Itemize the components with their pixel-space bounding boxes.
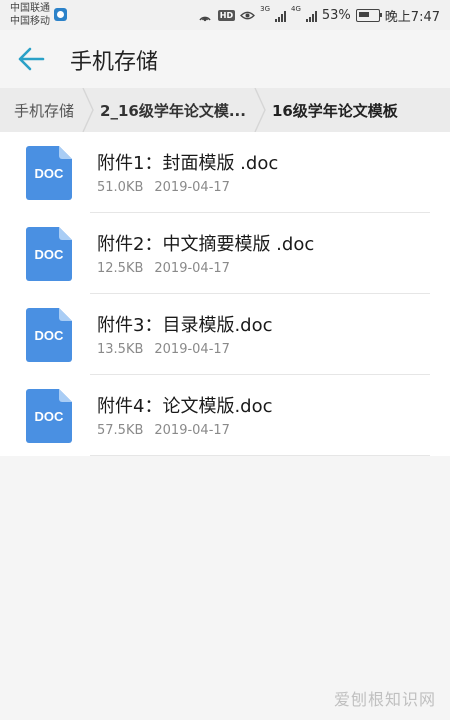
file-size: 57.5KB <box>97 423 144 438</box>
breadcrumb-item-current[interactable]: 16级学年论文模板 <box>268 88 398 132</box>
file-meta: 57.5KB 2019-04-17 <box>97 423 230 438</box>
file-date: 2019-04-17 <box>154 261 230 276</box>
file-name: 附件1：封面模版 .doc <box>97 153 279 174</box>
back-button[interactable] <box>14 43 50 75</box>
file-row[interactable]: DOC 附件1：封面模版 .doc 51.0KB 2019-04-17 <box>0 132 450 213</box>
doc-file-icon: DOC <box>26 389 72 443</box>
chevron-right-icon <box>82 88 94 132</box>
file-row[interactable]: DOC 附件3：目录模版.doc 13.5KB 2019-04-17 <box>0 294 450 375</box>
doc-file-icon: DOC <box>26 227 72 281</box>
breadcrumb-item-parent[interactable]: 2_16级学年论文模... <box>96 88 252 132</box>
eye-icon <box>240 11 256 20</box>
net-type-1: 3G <box>260 5 270 13</box>
signal-icon-2 <box>305 10 317 22</box>
status-bar: 中国联通 中国移动 HD 3G 4G 53% 晚上7:47 <box>0 0 450 30</box>
doc-icon-label: DOC <box>35 328 65 343</box>
file-size: 51.0KB <box>97 180 144 195</box>
carrier-info: 中国联通 中国移动 <box>10 2 50 28</box>
breadcrumb: 手机存储 2_16级学年论文模... 16级学年论文模板 <box>0 88 450 132</box>
file-row[interactable]: DOC 附件2：中文摘要模版 .doc 12.5KB 2019-04-17 <box>0 213 450 294</box>
back-arrow-icon <box>18 47 45 71</box>
toolbar: 手机存储 <box>0 30 450 88</box>
hd-icon: HD <box>217 10 236 21</box>
file-meta: 51.0KB 2019-04-17 <box>97 180 230 195</box>
watermark: 爱刨根知识网 <box>333 690 436 709</box>
carrier-2: 中国移动 <box>10 16 50 27</box>
doc-icon-label: DOC <box>35 409 65 424</box>
file-date: 2019-04-17 <box>154 180 230 195</box>
file-size: 13.5KB <box>97 342 144 357</box>
file-name: 附件3：目录模版.doc <box>97 315 273 336</box>
breadcrumb-item-root[interactable]: 手机存储 <box>0 88 80 132</box>
doc-file-icon: DOC <box>26 146 72 200</box>
file-size: 12.5KB <box>97 261 144 276</box>
file-name: 附件2：中文摘要模版 .doc <box>97 234 315 255</box>
signal-icon-1 <box>275 10 286 22</box>
file-row[interactable]: DOC 附件4：论文模版.doc 57.5KB 2019-04-17 <box>0 375 450 456</box>
page-title: 手机存储 <box>70 50 159 75</box>
file-name: 附件4：论文模版.doc <box>97 396 273 417</box>
file-meta: 13.5KB 2019-04-17 <box>97 342 230 357</box>
battery-percent: 53% <box>321 8 351 23</box>
clock: 晚上7:47 <box>384 10 440 25</box>
file-date: 2019-04-17 <box>154 423 230 438</box>
file-meta: 12.5KB 2019-04-17 <box>97 261 230 276</box>
status-icons: HD 3G 4G 53% 晚上7:47 <box>197 6 440 25</box>
carrier-1: 中国联通 <box>10 3 50 14</box>
doc-file-icon: DOC <box>26 308 72 362</box>
file-list: DOC 附件1：封面模版 .doc 51.0KB 2019-04-17 DOC … <box>0 132 450 456</box>
doc-icon-label: DOC <box>35 247 65 262</box>
hotspot-icon <box>199 16 211 21</box>
chevron-right-icon <box>254 88 266 132</box>
shield-icon <box>54 8 67 21</box>
doc-icon-label: DOC <box>35 166 65 181</box>
battery-icon <box>355 9 382 22</box>
net-type-2: 4G <box>291 5 301 13</box>
file-date: 2019-04-17 <box>154 342 230 357</box>
divider <box>90 455 430 456</box>
